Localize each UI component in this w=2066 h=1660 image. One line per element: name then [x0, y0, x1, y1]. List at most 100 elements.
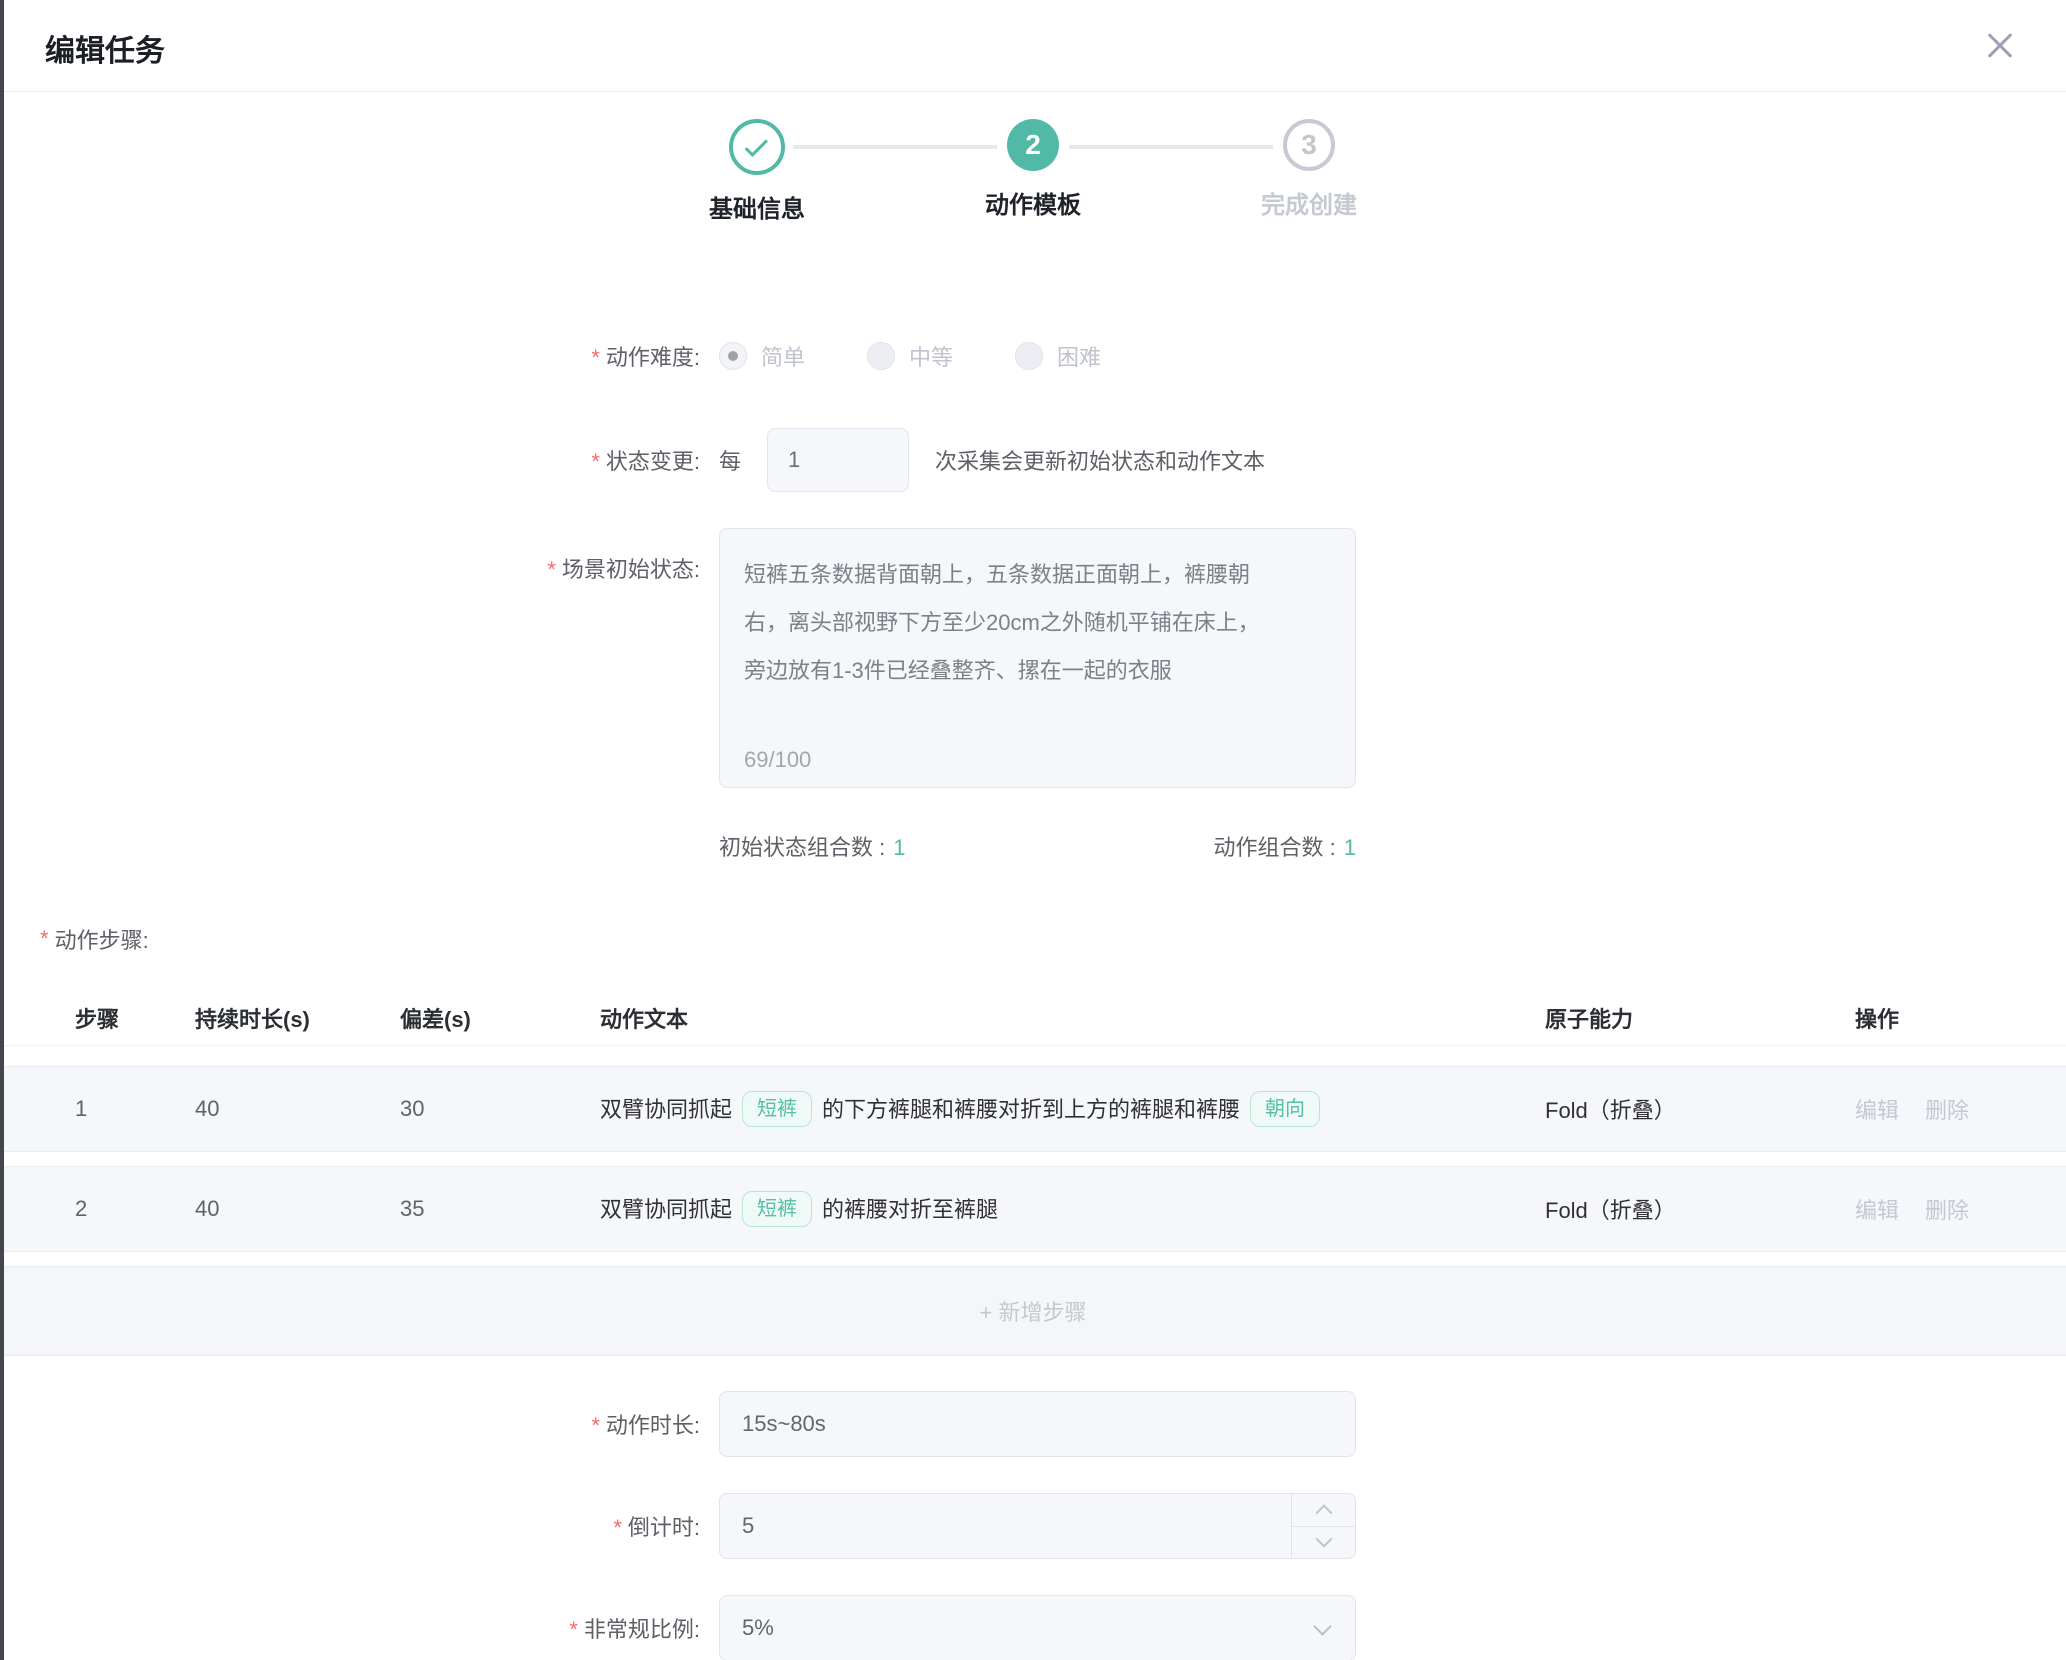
radio-circle-icon	[1015, 342, 1043, 370]
difficulty-radio-option[interactable]: 中等	[867, 340, 953, 372]
table-row: 14030双臂协同抓起短裤的下方裤腿和裤腰对折到上方的裤腿和裤腰朝向Fold（折…	[0, 1066, 2066, 1152]
col-header-operations: 操作	[1855, 1002, 2066, 1034]
entity-tag[interactable]: 短裤	[742, 1191, 812, 1227]
duration-row: *动作时长: 15s~80s	[0, 1391, 2066, 1457]
entity-tag[interactable]: 短裤	[742, 1091, 812, 1127]
difficulty-row: *动作难度: 简单 中等 困难	[0, 334, 2066, 378]
dialog-header: 编辑任务	[0, 0, 2066, 92]
chevron-down-icon	[1313, 1617, 1331, 1635]
cell-action-text: 双臂协同抓起短裤的裤腰对折至裤腿	[600, 1191, 1545, 1227]
cell-step: 1	[75, 1096, 195, 1122]
radio-option-label: 中等	[909, 340, 953, 372]
difficulty-radio-option[interactable]: 简单	[719, 340, 805, 372]
cell-ability: Fold（折叠）	[1545, 1193, 1855, 1225]
step-finish-create: 3 完成创建	[1171, 119, 1447, 224]
backdrop-edge	[0, 0, 4, 1660]
chevron-up-icon	[1315, 1504, 1332, 1521]
difficulty-radio-group: 简单 中等 困难	[719, 340, 1163, 372]
required-asterisk: *	[40, 926, 49, 952]
stepper: 基础信息 2 动作模板 3 完成创建	[0, 119, 2066, 224]
action-text-fragment: 双臂协同抓起	[600, 1097, 732, 1122]
delete-button[interactable]: 删除	[1925, 1093, 1969, 1125]
col-header-action-text: 动作文本	[600, 1002, 1545, 1034]
cell-ability: Fold（折叠）	[1545, 1093, 1855, 1125]
dialog-title: 编辑任务	[45, 26, 165, 70]
table-row: 24035双臂协同抓起短裤的裤腰对折至裤腿Fold（折叠）编辑删除	[0, 1166, 2066, 1252]
state-change-row: *状态变更: 每 次采集会更新初始状态和动作文本	[0, 428, 2066, 492]
chevron-down-icon	[1315, 1531, 1332, 1548]
entity-tag[interactable]: 朝向	[1250, 1091, 1320, 1127]
countdown-label: *倒计时:	[0, 1510, 700, 1542]
unusual-ratio-row: *非常规比例: 5%	[0, 1595, 2066, 1660]
action-text-fragment: 的下方裤腿和裤腰对折到上方的裤腿和裤腰	[822, 1097, 1240, 1122]
duration-control: 15s~80s	[719, 1391, 1356, 1457]
char-counter: 69/100	[744, 747, 811, 773]
duration-input[interactable]: 15s~80s	[719, 1391, 1356, 1457]
initial-combo-count: 初始状态组合数 :1	[719, 830, 905, 862]
state-change-count-input[interactable]	[767, 428, 909, 492]
col-header-deviation: 偏差(s)	[400, 1002, 600, 1034]
edit-button[interactable]: 编辑	[1855, 1193, 1899, 1225]
initial-state-label: *场景初始状态:	[0, 528, 700, 584]
required-asterisk: *	[591, 449, 600, 474]
duration-label: *动作时长:	[0, 1408, 700, 1440]
initial-state-row: *场景初始状态: 短裤五条数据背面朝上，五条数据正面朝上，裤腰朝右，离头部视野下…	[0, 528, 2066, 788]
radio-option-label: 简单	[761, 340, 805, 372]
cell-operations: 编辑删除	[1855, 1193, 2066, 1225]
unusual-ratio-select[interactable]: 5%	[719, 1595, 1356, 1660]
countdown-row: *倒计时: 5	[0, 1493, 2066, 1559]
step-done-check-icon	[729, 119, 785, 175]
countdown-control: 5	[719, 1493, 1356, 1559]
cell-duration: 40	[195, 1196, 400, 1222]
state-change-control: 每 次采集会更新初始状态和动作文本	[719, 428, 1265, 492]
cell-action-text: 双臂协同抓起短裤的下方裤腿和裤腰对折到上方的裤腿和裤腰朝向	[600, 1091, 1545, 1127]
step-action-template: 2 动作模板	[895, 119, 1171, 224]
step-label-action-template: 动作模板	[895, 185, 1171, 220]
action-text-fragment: 双臂协同抓起	[600, 1197, 732, 1222]
step-label-basic-info: 基础信息	[619, 189, 895, 224]
edit-button[interactable]: 编辑	[1855, 1093, 1899, 1125]
difficulty-label: *动作难度:	[0, 340, 700, 372]
cell-step: 2	[75, 1196, 195, 1222]
initial-state-textarea[interactable]: 短裤五条数据背面朝上，五条数据正面朝上，裤腰朝右，离头部视野下方至少20cm之外…	[719, 528, 1356, 788]
action-text-fragment: 的裤腰对折至裤腿	[822, 1197, 998, 1222]
unusual-ratio-control: 5%	[719, 1595, 1356, 1660]
required-asterisk: *	[547, 557, 556, 582]
radio-circle-icon	[719, 342, 747, 370]
state-change-label: *状态变更:	[0, 444, 700, 476]
countdown-input[interactable]: 5	[719, 1493, 1356, 1559]
step-2-number: 2	[1025, 129, 1041, 161]
step-3-number: 3	[1301, 129, 1317, 161]
stepper-up-button[interactable]	[1292, 1494, 1355, 1527]
steps-table-body: 14030双臂协同抓起短裤的下方裤腿和裤腰对折到上方的裤腿和裤腰朝向Fold（折…	[0, 1066, 2066, 1252]
step-label-finish-create: 完成创建	[1171, 185, 1447, 220]
add-step-button[interactable]: + 新增步骤	[0, 1266, 2066, 1356]
edit-task-dialog: 编辑任务 基础信息 2 动作模板 3 完成创建 *动作难度: 简单 中等 困难 *状…	[0, 0, 2066, 1660]
step-basic-info: 基础信息	[619, 119, 895, 224]
state-change-suffix: 次采集会更新初始状态和动作文本	[935, 444, 1265, 476]
steps-table-header: 步骤 持续时长(s) 偏差(s) 动作文本 原子能力 操作	[0, 990, 2066, 1046]
col-header-duration: 持续时长(s)	[195, 1002, 400, 1034]
delete-button[interactable]: 删除	[1925, 1193, 1969, 1225]
action-combo-count: 动作组合数 :1	[1214, 830, 1356, 862]
step-2-indicator: 2	[1007, 119, 1059, 171]
col-header-ability: 原子能力	[1545, 1002, 1855, 1034]
check-icon	[745, 133, 768, 156]
required-asterisk: *	[591, 345, 600, 370]
combos-control: 初始状态组合数 :1 动作组合数 :1	[719, 830, 1356, 862]
radio-option-label: 困难	[1057, 340, 1101, 372]
radio-circle-icon	[867, 342, 895, 370]
cell-deviation: 30	[400, 1096, 600, 1122]
stepper-down-button[interactable]	[1292, 1527, 1355, 1559]
required-asterisk: *	[569, 1617, 578, 1642]
difficulty-radio-option[interactable]: 困难	[1015, 340, 1101, 372]
close-icon[interactable]	[1980, 26, 2020, 66]
initial-state-control: 短裤五条数据背面朝上，五条数据正面朝上，裤腰朝右，离头部视野下方至少20cm之外…	[719, 528, 1356, 788]
combos-row: 初始状态组合数 :1 动作组合数 :1	[0, 830, 2066, 862]
col-header-step: 步骤	[75, 1002, 195, 1034]
number-stepper	[1291, 1494, 1355, 1558]
cell-operations: 编辑删除	[1855, 1093, 2066, 1125]
required-asterisk: *	[591, 1413, 600, 1438]
cell-duration: 40	[195, 1096, 400, 1122]
state-change-prefix: 每	[719, 444, 741, 476]
